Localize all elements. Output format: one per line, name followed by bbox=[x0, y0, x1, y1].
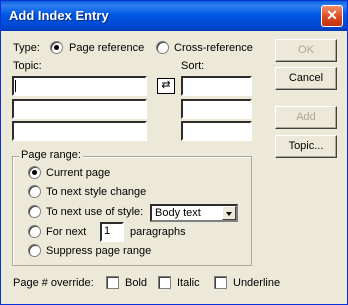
close-icon: ✕ bbox=[326, 7, 338, 23]
current-page-radio[interactable] bbox=[28, 166, 41, 179]
ok-button[interactable]: OK bbox=[275, 39, 337, 62]
suppress-page-range-label[interactable]: Suppress page range bbox=[46, 245, 151, 257]
sort-label: Sort: bbox=[181, 60, 205, 72]
paragraph-count-value: 1 bbox=[104, 225, 111, 237]
cross-reference-radio[interactable] bbox=[156, 41, 169, 54]
style-select-value: Body text bbox=[155, 207, 201, 219]
for-next-radio[interactable] bbox=[28, 225, 41, 238]
next-style-change-radio[interactable] bbox=[28, 185, 41, 198]
paragraph-count-field[interactable]: 1 bbox=[100, 222, 124, 242]
add-index-entry-dialog: Add Index Entry ✕ Type: Page reference C… bbox=[0, 0, 348, 305]
topic-field-2[interactable] bbox=[12, 99, 147, 119]
page-override-label: Page # override: bbox=[13, 277, 94, 289]
bold-label[interactable]: Bold bbox=[125, 277, 147, 289]
sort-field-2[interactable] bbox=[181, 99, 252, 119]
chevron-down-icon[interactable] bbox=[222, 206, 236, 220]
topic-field-3[interactable] bbox=[12, 121, 147, 141]
next-use-of-style-label[interactable]: To next use of style: bbox=[46, 206, 143, 218]
next-use-of-style-radio[interactable] bbox=[28, 205, 41, 218]
close-button[interactable]: ✕ bbox=[321, 5, 343, 27]
suppress-page-range-radio[interactable] bbox=[28, 244, 41, 257]
title-bar[interactable]: Add Index Entry ✕ bbox=[1, 1, 347, 31]
page-reference-label[interactable]: Page reference bbox=[69, 42, 144, 54]
add-button[interactable]: Add bbox=[275, 106, 337, 129]
topic-field-1[interactable] bbox=[12, 76, 147, 96]
italic-label[interactable]: Italic bbox=[177, 277, 200, 289]
style-select[interactable]: Body text bbox=[150, 204, 238, 222]
text-cursor bbox=[15, 80, 16, 92]
page-range-title: Page range: bbox=[19, 149, 83, 161]
underline-checkbox[interactable] bbox=[214, 276, 227, 289]
for-next-label[interactable]: For next bbox=[46, 226, 86, 238]
paragraphs-label: paragraphs bbox=[130, 226, 186, 238]
italic-checkbox[interactable] bbox=[158, 276, 171, 289]
bold-checkbox[interactable] bbox=[106, 276, 119, 289]
type-label: Type: bbox=[13, 42, 40, 54]
sort-field-1[interactable] bbox=[181, 76, 252, 96]
swap-icon: ⇄ bbox=[161, 79, 171, 91]
current-page-label[interactable]: Current page bbox=[46, 167, 110, 179]
copy-to-sort-button[interactable]: ⇄ bbox=[157, 78, 175, 94]
cross-reference-label[interactable]: Cross-reference bbox=[174, 42, 253, 54]
topic-label: Topic: bbox=[13, 60, 42, 72]
dialog-title: Add Index Entry bbox=[9, 8, 109, 23]
sort-field-3[interactable] bbox=[181, 121, 252, 141]
underline-label[interactable]: Underline bbox=[233, 277, 280, 289]
cancel-button[interactable]: Cancel bbox=[275, 67, 337, 90]
next-style-change-label[interactable]: To next style change bbox=[46, 186, 146, 198]
topic-button[interactable]: Topic... bbox=[275, 135, 337, 158]
page-reference-radio[interactable] bbox=[50, 41, 63, 54]
